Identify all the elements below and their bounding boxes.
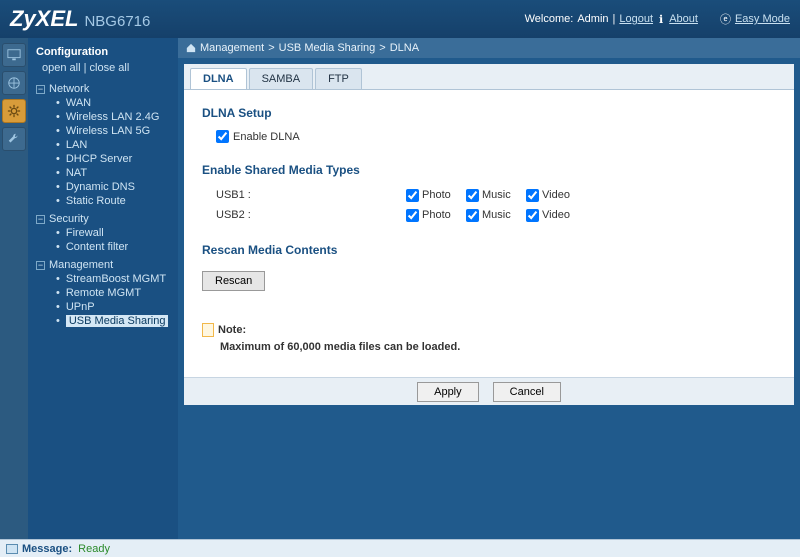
usb2-label: USB2 : bbox=[216, 209, 406, 221]
top-bar: ZyXEL NBG6716 Welcome: Admin | Logout ℹ … bbox=[0, 0, 800, 38]
rail-config-button[interactable] bbox=[2, 99, 26, 123]
breadcrumb: Management > USB Media Sharing > DLNA bbox=[178, 38, 800, 58]
rescan-button[interactable]: Rescan bbox=[202, 271, 265, 291]
top-right: Welcome: Admin | Logout ℹ About ⓔ Easy M… bbox=[525, 11, 790, 27]
sidebar-item-nat[interactable]: •NAT bbox=[40, 166, 174, 180]
minus-icon: − bbox=[36, 215, 45, 224]
usb2-photo-checkbox[interactable] bbox=[406, 209, 419, 222]
info-icon: ℹ bbox=[659, 13, 663, 26]
rail-dashboard-button[interactable] bbox=[2, 43, 26, 67]
cancel-button[interactable]: Cancel bbox=[493, 382, 561, 402]
rail-network-button[interactable] bbox=[2, 71, 26, 95]
sidebar-item-wlan5[interactable]: •Wireless LAN 5G bbox=[40, 124, 174, 138]
usb1-row: USB1 : Photo Music Video bbox=[216, 185, 776, 205]
brand-logo: ZyXEL NBG6716 bbox=[10, 6, 150, 32]
easy-mode-link[interactable]: Easy Mode bbox=[735, 13, 790, 25]
sep: | bbox=[613, 13, 616, 25]
rescan-title: Rescan Media Contents bbox=[202, 243, 776, 257]
tab-samba[interactable]: SAMBA bbox=[249, 68, 314, 89]
welcome-label: Welcome: bbox=[525, 13, 574, 25]
sidebar-item-streamboost[interactable]: •StreamBoost MGMT bbox=[40, 272, 174, 286]
icon-rail bbox=[0, 38, 28, 539]
sidebar-controls: open all | close all bbox=[32, 62, 174, 80]
tab-bar: DLNA SAMBA FTP bbox=[184, 64, 794, 90]
user-name: Admin bbox=[577, 13, 608, 25]
close-all-link[interactable]: close all bbox=[90, 62, 130, 74]
enable-dlna-label: Enable DLNA bbox=[233, 131, 300, 143]
mode-icon: ⓔ bbox=[720, 11, 731, 27]
sidebar-item-upnp[interactable]: •UPnP bbox=[40, 300, 174, 314]
sidebar: Configuration open all | close all −Netw… bbox=[28, 38, 178, 539]
monitor-icon bbox=[7, 48, 21, 62]
usb2-video-checkbox[interactable] bbox=[526, 209, 539, 222]
sidebar-item-wan[interactable]: •WAN bbox=[40, 96, 174, 110]
note-label: Note: bbox=[218, 324, 246, 336]
sidebar-item-dhcp[interactable]: •DHCP Server bbox=[40, 152, 174, 166]
status-label: Message: bbox=[22, 543, 72, 555]
minus-icon: − bbox=[36, 261, 45, 270]
tree-header-network[interactable]: −Network bbox=[32, 82, 174, 96]
dlna-setup-title: DLNA Setup bbox=[202, 106, 776, 120]
brand-name: ZyXEL bbox=[10, 6, 78, 32]
note-text: Maximum of 60,000 media files can be loa… bbox=[202, 337, 776, 353]
message-icon bbox=[6, 544, 18, 554]
sidebar-item-lan[interactable]: •LAN bbox=[40, 138, 174, 152]
usb2-music-checkbox[interactable] bbox=[466, 209, 479, 222]
main-area: Management > USB Media Sharing > DLNA DL… bbox=[178, 38, 800, 539]
tree-header-security[interactable]: −Security bbox=[32, 212, 174, 226]
sidebar-title: Configuration bbox=[32, 44, 174, 62]
usb2-row: USB2 : Photo Music Video bbox=[216, 205, 776, 225]
logout-link[interactable]: Logout bbox=[619, 13, 653, 25]
sidebar-item-wlan24[interactable]: •Wireless LAN 2.4G bbox=[40, 110, 174, 124]
usb1-photo-checkbox[interactable] bbox=[406, 189, 419, 202]
model-name: NBG6716 bbox=[84, 13, 150, 30]
usb1-label: USB1 : bbox=[216, 189, 406, 201]
status-bar: Message: Ready bbox=[0, 539, 800, 557]
note-icon bbox=[202, 323, 214, 337]
tab-ftp[interactable]: FTP bbox=[315, 68, 362, 89]
rail-tools-button[interactable] bbox=[2, 127, 26, 151]
sidebar-item-content-filter[interactable]: •Content filter bbox=[40, 240, 174, 254]
globe-icon bbox=[7, 76, 21, 90]
home-icon bbox=[186, 43, 196, 53]
media-types-title: Enable Shared Media Types bbox=[202, 163, 776, 177]
usb1-video-checkbox[interactable] bbox=[526, 189, 539, 202]
enable-dlna-checkbox[interactable] bbox=[216, 130, 229, 143]
apply-button[interactable]: Apply bbox=[417, 382, 479, 402]
status-value: Ready bbox=[78, 543, 110, 555]
wrench-icon bbox=[7, 132, 21, 146]
sidebar-item-static-route[interactable]: •Static Route bbox=[40, 194, 174, 208]
panel-footer: Apply Cancel bbox=[184, 377, 794, 405]
usb1-music-checkbox[interactable] bbox=[466, 189, 479, 202]
open-all-link[interactable]: open all bbox=[42, 62, 81, 74]
tab-dlna[interactable]: DLNA bbox=[190, 68, 247, 89]
sidebar-item-ddns[interactable]: •Dynamic DNS bbox=[40, 180, 174, 194]
about-link[interactable]: About bbox=[669, 13, 698, 25]
sidebar-item-usb-media[interactable]: •USB Media Sharing bbox=[40, 314, 174, 328]
tree-header-management[interactable]: −Management bbox=[32, 258, 174, 272]
gear-icon bbox=[7, 104, 21, 118]
content-panel: DLNA SAMBA FTP DLNA Setup Enable DLNA En… bbox=[184, 64, 794, 405]
minus-icon: − bbox=[36, 85, 45, 94]
sidebar-item-remote-mgmt[interactable]: •Remote MGMT bbox=[40, 286, 174, 300]
sidebar-item-firewall[interactable]: •Firewall bbox=[40, 226, 174, 240]
